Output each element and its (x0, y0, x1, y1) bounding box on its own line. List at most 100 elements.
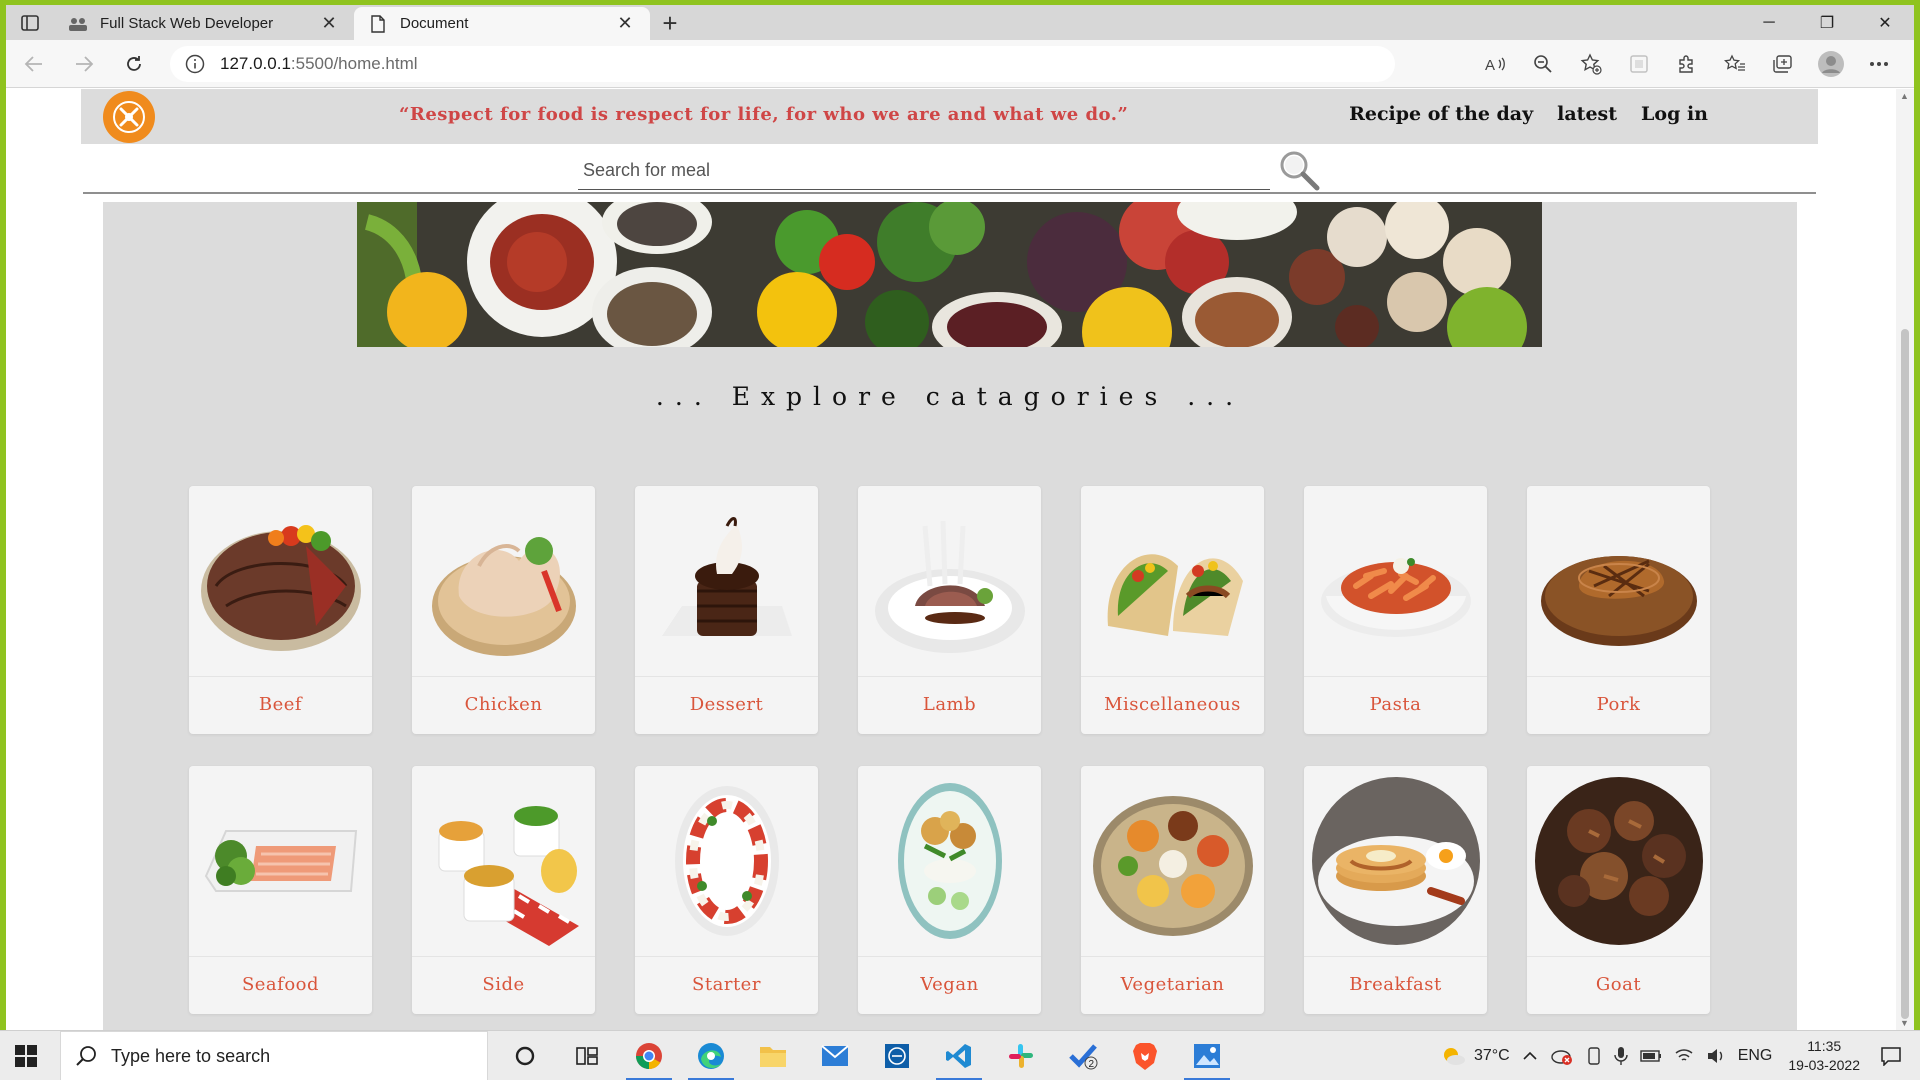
notifications-button[interactable] (1880, 1046, 1902, 1066)
battery-tray[interactable] (1640, 1050, 1662, 1062)
category-label: Seafood (241, 974, 320, 995)
restore-button[interactable]: ❐ (1798, 5, 1856, 40)
category-label: Lamb (922, 694, 977, 715)
cortana-button[interactable] (494, 1031, 556, 1080)
edge-icon (698, 1043, 724, 1069)
category-card-vegan[interactable]: Vegan (858, 766, 1041, 1014)
category-card-seafood[interactable]: Seafood (189, 766, 372, 1014)
category-card-vegetarian[interactable]: Vegetarian (1081, 766, 1264, 1014)
back-button[interactable] (12, 44, 56, 84)
taskbar-brave[interactable] (1114, 1031, 1176, 1080)
new-tab-button[interactable]: + (650, 7, 690, 40)
close-window-button[interactable]: ✕ (1856, 5, 1914, 40)
nav-log-in[interactable]: Log in (1641, 103, 1708, 125)
category-card-goat[interactable]: Goat (1527, 766, 1710, 1014)
vscode-icon (946, 1044, 971, 1068)
close-icon[interactable]: ✕ (614, 13, 636, 34)
collections-button[interactable] (1762, 44, 1804, 84)
profile-button[interactable] (1810, 44, 1852, 84)
nav-recipe-of-the-day[interactable]: Recipe of the day (1349, 103, 1533, 125)
web-capture-button[interactable] (1618, 44, 1660, 84)
taskbar-vscode[interactable] (928, 1031, 990, 1080)
forward-button[interactable] (62, 44, 106, 84)
chrome-icon (635, 1043, 662, 1070)
network-error-tray[interactable] (1550, 1046, 1574, 1066)
puzzle-icon (1679, 55, 1693, 73)
category-card-pork[interactable]: Pork (1527, 486, 1710, 734)
category-card-miscellaneous[interactable]: Miscellaneous (1081, 486, 1264, 734)
show-hidden-icons[interactable] (1522, 1051, 1538, 1061)
favorites-list-icon (1724, 54, 1745, 71)
taskbar-file-explorer[interactable] (742, 1031, 804, 1080)
taskbar-slack[interactable] (990, 1031, 1052, 1080)
system-tray: 37°C ENG 11:35 19-03-2022 (1434, 1031, 1920, 1080)
search-input[interactable]: Search for meal (578, 154, 1270, 190)
refresh-button[interactable] (112, 44, 156, 84)
taskbar-photos[interactable] (1176, 1031, 1238, 1080)
page-scrollbar[interactable]: ▲ ▼ (1896, 89, 1914, 1030)
volume-tray[interactable] (1706, 1048, 1726, 1064)
search-button[interactable] (1277, 148, 1321, 192)
tab-full-stack[interactable]: Full Stack Web Developer ✕ (54, 7, 354, 40)
scrollbar-thumb[interactable] (1901, 329, 1909, 1019)
card-divider (1527, 956, 1710, 957)
scroll-down-icon[interactable]: ▼ (1900, 1018, 1909, 1028)
add-favorite-button[interactable] (1570, 44, 1612, 84)
category-image (1527, 766, 1710, 956)
device-tray[interactable] (1586, 1046, 1602, 1066)
favorites-button[interactable] (1714, 44, 1756, 84)
tab-actions-icon (21, 14, 39, 31)
search-icon (76, 1046, 96, 1066)
category-card-pasta[interactable]: Pasta (1304, 486, 1487, 734)
microphone-tray[interactable] (1614, 1046, 1628, 1066)
taskbar-edge[interactable] (680, 1031, 742, 1080)
category-label: Pork (1596, 694, 1641, 715)
language-indicator[interactable]: ENG (1738, 1047, 1773, 1065)
cloud-error-icon (1551, 1050, 1572, 1065)
taskbar-chrome[interactable] (618, 1031, 680, 1080)
more-icon (1870, 62, 1888, 66)
tab-bar: Full Stack Web Developer ✕ Document ✕ + … (6, 5, 1914, 40)
taskbar-dell-app[interactable] (866, 1031, 928, 1080)
close-icon[interactable]: ✕ (318, 13, 340, 34)
chevron-up-icon (1523, 1051, 1537, 1060)
clock[interactable]: 11:35 19-03-2022 (1788, 1037, 1860, 1075)
category-label: Breakfast (1349, 974, 1442, 995)
windows-start-icon[interactable] (14, 1044, 38, 1068)
taskbar-search[interactable]: Type here to search (60, 1031, 488, 1080)
steak-icon (200, 525, 361, 651)
tab-document[interactable]: Document ✕ (354, 7, 650, 40)
category-card-chicken[interactable]: Chicken (412, 486, 595, 734)
category-card-starter[interactable]: Starter (635, 766, 818, 1014)
task-view-button[interactable] (556, 1031, 618, 1080)
taskbar-todo[interactable]: 2 (1052, 1031, 1114, 1080)
category-image (635, 486, 818, 676)
category-image (858, 766, 1041, 956)
info-icon[interactable] (184, 53, 206, 75)
category-card-breakfast[interactable]: Breakfast (1304, 766, 1487, 1014)
tab-actions-button[interactable] (6, 5, 54, 40)
category-image (412, 486, 595, 676)
read-aloud-button[interactable]: A (1474, 44, 1516, 84)
scroll-up-icon[interactable]: ▲ (1900, 91, 1909, 101)
category-card-side[interactable]: Side (412, 766, 595, 1014)
taskbar-search-placeholder: Type here to search (111, 1045, 271, 1066)
settings-more-button[interactable] (1858, 44, 1900, 84)
category-card-beef[interactable]: Beef (189, 486, 372, 734)
category-image (635, 766, 818, 956)
category-card-dessert[interactable]: Dessert (635, 486, 818, 734)
nav-latest[interactable]: latest (1557, 103, 1617, 125)
device-icon (1588, 1047, 1600, 1065)
category-image (858, 486, 1041, 676)
extensions-button[interactable] (1666, 44, 1708, 84)
weather-widget[interactable]: 37°C (1440, 1045, 1510, 1067)
taskbar-mail[interactable] (804, 1031, 866, 1080)
logo[interactable] (103, 91, 155, 143)
zoom-out-button[interactable] (1522, 44, 1564, 84)
svg-text:A: A (1485, 57, 1495, 73)
category-card-lamb[interactable]: Lamb (858, 486, 1041, 734)
minimize-button[interactable]: ─ (1740, 5, 1798, 40)
address-bar[interactable]: 127.0.0.1:5500/home.html (170, 45, 1395, 82)
card-divider (1527, 676, 1710, 677)
wifi-tray[interactable] (1674, 1048, 1694, 1064)
